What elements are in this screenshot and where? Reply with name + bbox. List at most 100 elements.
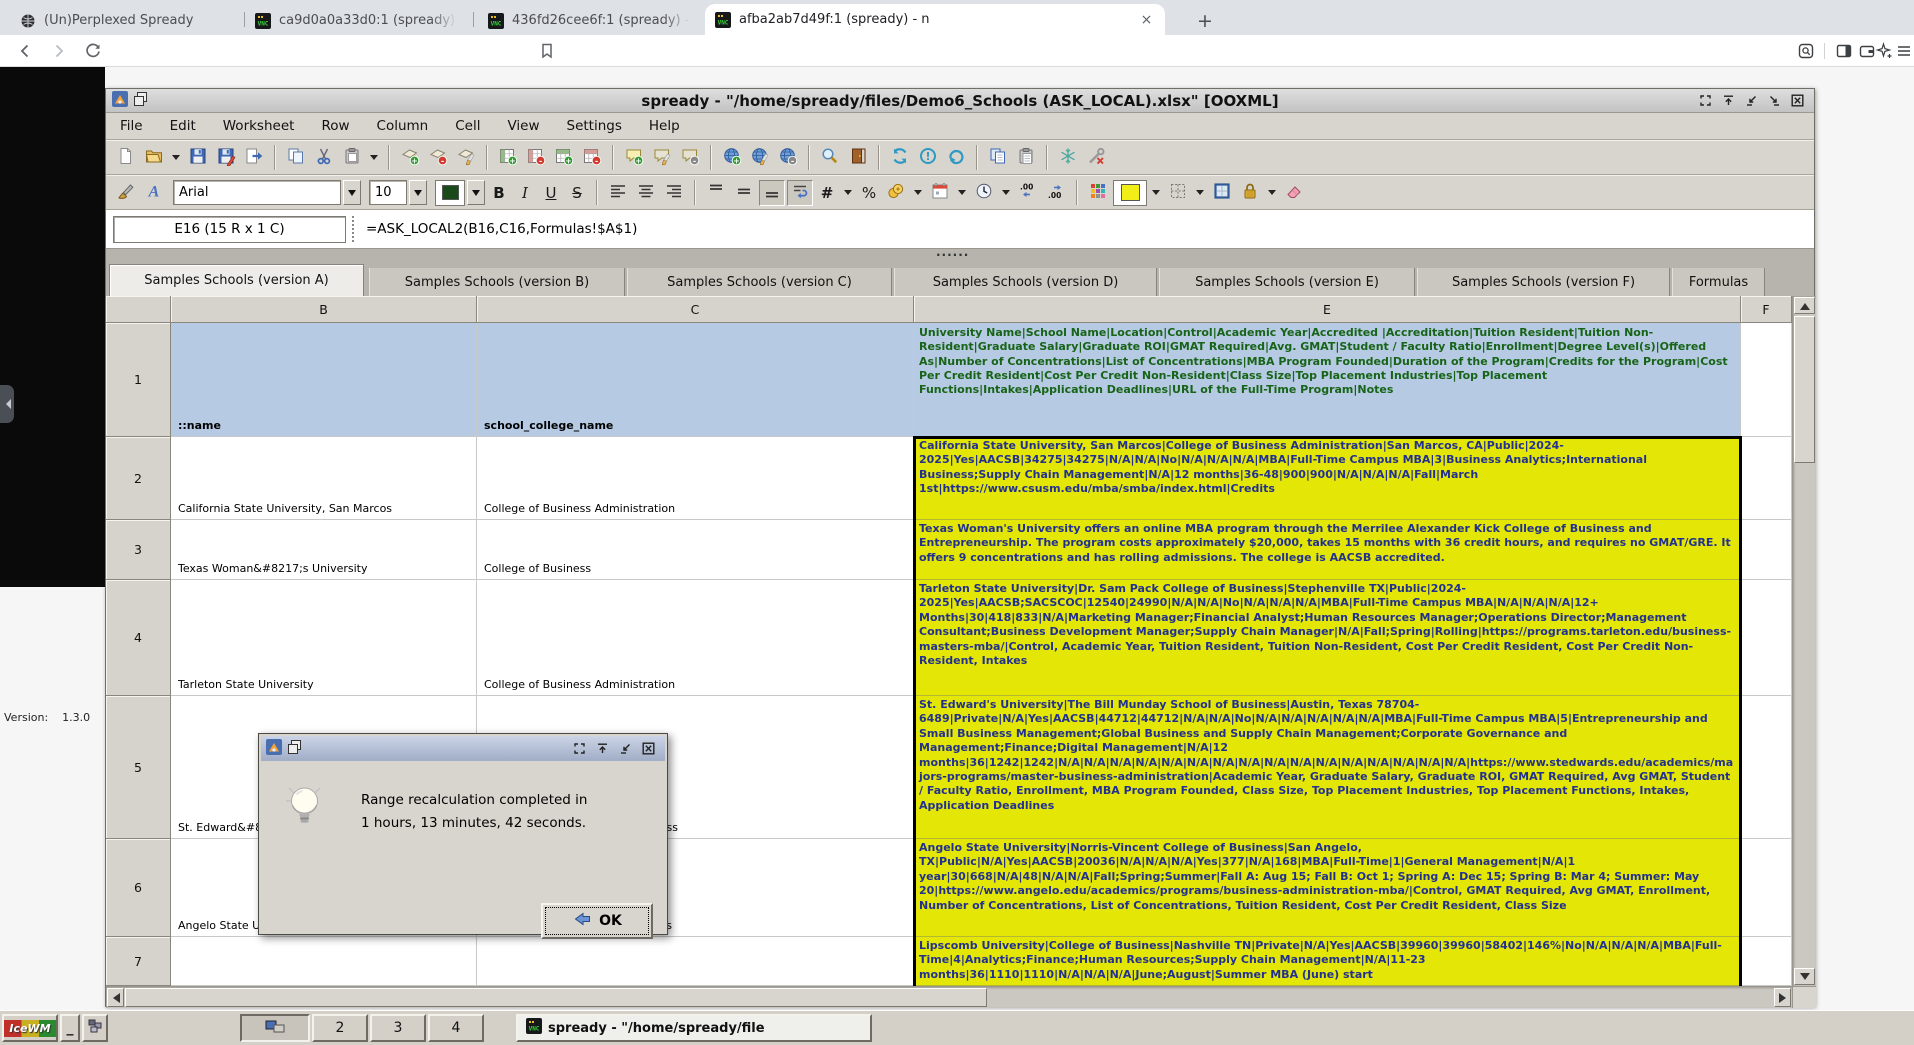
column-header-E[interactable]: E [914,296,1741,323]
search-button[interactable] [817,145,843,171]
export-button[interactable] [241,145,267,171]
sheet-tab-version-c[interactable]: Samples Schools (version C) [627,268,892,296]
show-desktop-button[interactable]: _ [60,1014,80,1042]
cell-e6[interactable]: Angelo State University|Norris-Vincent C… [914,839,1741,937]
insert-row-button[interactable]: + [551,145,577,171]
valign-top-button[interactable] [703,180,729,206]
insert-cells-button[interactable]: + [397,145,423,171]
align-left-button[interactable] [605,180,631,206]
cell-e7[interactable]: Lipscomb University|College of Business|… [914,937,1741,986]
currency-button[interactable] [883,180,909,206]
time-format-button[interactable] [971,180,997,206]
cell-e2[interactable]: California State University, San Marcos|… [914,437,1741,520]
sheet-tab-version-d[interactable]: Samples Schools (version D) [894,268,1157,296]
cell-f1[interactable] [1741,323,1792,437]
font-style-button[interactable]: A [141,180,167,206]
row-header-6[interactable]: 6 [106,839,171,937]
window-list-button[interactable] [82,1014,108,1042]
cut-button[interactable] [311,145,337,171]
align-right-button[interactable] [661,180,687,206]
taskbar-window-button[interactable]: VNC spready - "/home/spready/file [516,1014,872,1042]
fullscreen-icon[interactable] [1697,92,1714,109]
menu-worksheet[interactable]: Worksheet [223,118,295,134]
bookmark-icon[interactable] [536,40,558,62]
sheet-tab-formulas[interactable]: Formulas [1672,268,1765,296]
edit-comment-button[interactable] [649,145,675,171]
menu-view[interactable]: View [507,118,539,134]
font-size-caret[interactable] [409,180,427,205]
cell-c2[interactable]: College of Business Administration [477,437,914,520]
increase-decimals-button[interactable]: .00 [1043,180,1069,206]
dialog-rollup-icon[interactable] [594,740,611,757]
ok-button[interactable]: OK [541,903,653,939]
workspace-3-button[interactable]: 3 [370,1014,426,1042]
reload-icon[interactable] [82,40,104,62]
sheet-tab-version-a[interactable]: Samples Schools (version A) [109,264,364,296]
recalculate-button[interactable]: ! [915,145,941,171]
dropdown-caret-icon[interactable] [955,181,969,205]
fill-color-button[interactable] [1113,180,1147,206]
row-header-2[interactable]: 2 [106,437,171,520]
copy-sheet-button[interactable] [985,145,1011,171]
wrap-text-button[interactable] [787,180,813,206]
valign-bottom-button[interactable] [759,180,785,206]
freeze-button[interactable] [1055,145,1081,171]
scroll-left-button[interactable] [107,988,124,1007]
percent-format-button[interactable]: % [857,180,881,206]
tab-close-icon[interactable]: × [1138,11,1155,28]
dropdown-caret-icon[interactable] [1265,181,1279,205]
column-header-F[interactable]: F [1741,296,1792,323]
dropdown-caret-icon[interactable] [1193,181,1207,205]
cell-c3[interactable]: College of Business [477,520,914,580]
reader-search-icon[interactable] [1795,40,1817,62]
save-as-button[interactable] [213,145,239,171]
exit-button[interactable] [845,145,871,171]
scroll-right-button[interactable] [1774,988,1791,1007]
close-icon[interactable] [1789,92,1806,109]
forward-icon[interactable] [48,40,70,62]
horizontal-scrollbar[interactable] [106,986,1792,1008]
browser-tab[interactable]: (Un)Perplexed Spready [10,6,238,35]
open-file-button[interactable] [141,145,167,171]
browser-tab[interactable]: VNCca9d0a0a33d0:1 (spready) - noVN [245,6,467,35]
format-paintbrush-button[interactable] [113,180,139,206]
dialog-restore-icon[interactable] [287,739,303,759]
cell-e1[interactable]: University Name|School Name|Location|Con… [914,323,1741,437]
refresh-button[interactable] [887,145,913,171]
edit-cell-button[interactable] [453,145,479,171]
ai-sparkle-icon[interactable] [1873,40,1895,62]
dialog-titlebar[interactable] [261,736,665,761]
palette-button[interactable] [1085,180,1111,206]
italic-button[interactable]: I [513,180,537,206]
delete-comment-button[interactable]: - [677,145,703,171]
strike-button[interactable]: S [565,180,589,206]
workspace-2-button[interactable]: 2 [312,1014,368,1042]
cell-b7[interactable] [171,937,477,986]
dropdown-caret-icon[interactable] [999,181,1013,205]
cell-f4[interactable] [1741,580,1792,696]
sidebar-toggle-icon[interactable] [1833,40,1855,62]
novnc-control-handle[interactable] [0,385,14,423]
cell-f3[interactable] [1741,520,1792,580]
copy-button[interactable] [283,145,309,171]
eraser-button[interactable] [1281,180,1307,206]
sheet-tab-version-e[interactable]: Samples Schools (version E) [1159,268,1415,296]
redo-button[interactable] [943,145,969,171]
restore-left-icon[interactable] [1743,92,1760,109]
dropdown-caret-icon[interactable] [911,181,925,205]
dropdown-caret-icon[interactable] [1149,181,1163,205]
date-format-button[interactable] [927,180,953,206]
paste-sheet-button[interactable] [1013,145,1039,171]
delete-row-button[interactable]: - [579,145,605,171]
cell-b4[interactable]: Tarleton State University [171,580,477,696]
cell-f5[interactable] [1741,696,1792,839]
dialog-restore-left-icon[interactable] [617,740,634,757]
formula-input[interactable]: =ASK_LOCAL2(B16,C16,Formulas!$A$1) [366,221,637,237]
new-document-button[interactable] [113,145,139,171]
insert-column-button[interactable]: + [495,145,521,171]
align-center-button[interactable] [633,180,659,206]
workspace-4-button[interactable]: 4 [428,1014,484,1042]
number-format-button[interactable]: # [815,180,839,206]
delete-column-button[interactable]: - [523,145,549,171]
restore-right-icon[interactable] [1766,92,1783,109]
